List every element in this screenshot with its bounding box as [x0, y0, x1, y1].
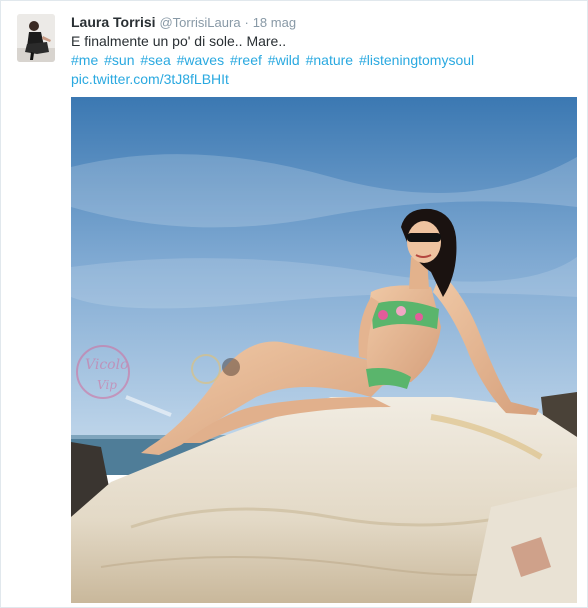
tweet-card: Laura Torrisi @TorrisiLaura · 18 mag E f… [0, 0, 588, 608]
hashtag-reef[interactable]: #reef [230, 52, 262, 68]
hashtag-sea[interactable]: #sea [140, 52, 170, 68]
hashtag-me[interactable]: #me [71, 52, 98, 68]
pic-link[interactable]: pic.twitter.com/3tJ8fLBHIt [71, 70, 571, 89]
tweet-text: E finalmente un po' di sole.. Mare.. #me… [71, 32, 571, 89]
author-handle[interactable]: @TorrisiLaura [159, 15, 240, 30]
header-separator: · [244, 15, 249, 30]
avatar[interactable] [17, 14, 55, 62]
tweet-timestamp[interactable]: 18 mag [253, 15, 296, 30]
photo-image: Vicolo Vip [71, 97, 577, 603]
avatar-image [17, 14, 55, 62]
hashtag-waves[interactable]: #waves [177, 52, 224, 68]
hashtag-nature[interactable]: #nature [306, 52, 353, 68]
hashtag-sun[interactable]: #sun [104, 52, 134, 68]
tweet-header: Laura Torrisi @TorrisiLaura · 18 mag [71, 13, 296, 32]
hashtag-listeningtomysoul[interactable]: #listeningtomysoul [359, 52, 474, 68]
svg-text:Vip: Vip [97, 378, 117, 392]
tweet-photo[interactable]: Vicolo Vip [71, 97, 577, 603]
hashtag-list: #me #sun #sea #waves #reef #wild #nature… [71, 51, 571, 70]
svg-text:Vicolo: Vicolo [85, 357, 129, 373]
author-name[interactable]: Laura Torrisi [71, 14, 156, 30]
tweet-body: E finalmente un po' di sole.. Mare.. [71, 33, 287, 49]
hashtag-wild[interactable]: #wild [268, 52, 300, 68]
